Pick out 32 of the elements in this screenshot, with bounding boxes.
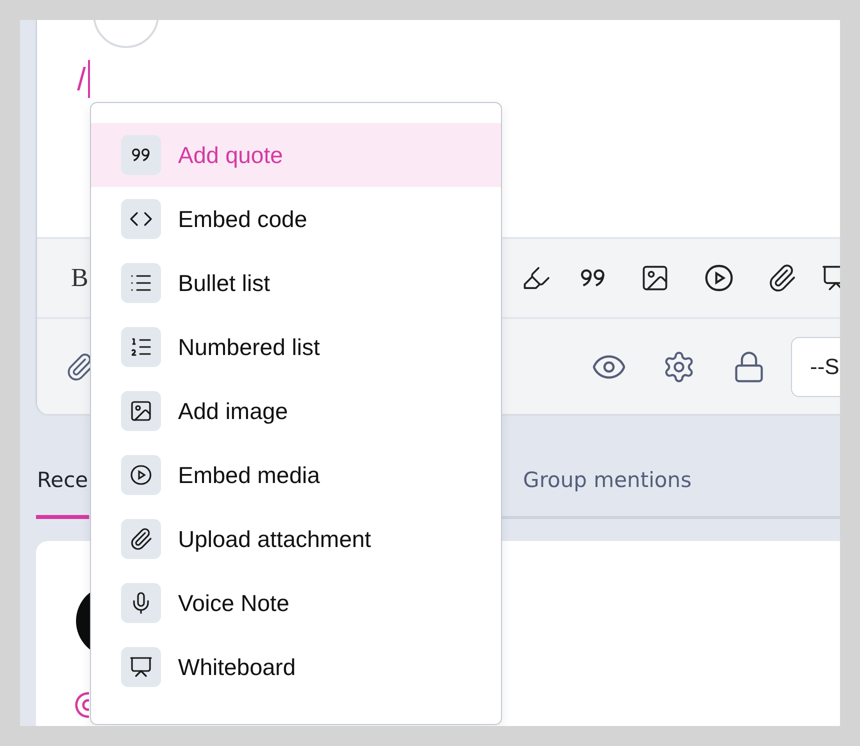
menu-item-label: Embed media	[178, 462, 320, 488]
menu-item[interactable]: Upload attachment	[91, 507, 501, 571]
play-icon[interactable]	[703, 262, 735, 294]
play-icon	[129, 463, 153, 487]
tab[interactable]: Group mentions	[522, 444, 693, 519]
menu-item-label: Add image	[178, 398, 288, 424]
menu-item-label: Upload attachment	[178, 526, 372, 552]
menu-item[interactable]: Add quote	[91, 123, 501, 187]
menu-item[interactable]: Bullet list	[91, 251, 501, 315]
lock-icon[interactable]	[732, 350, 766, 384]
menu-item-label: Whiteboard	[178, 654, 296, 680]
menu-item-label: Bullet list	[178, 270, 270, 296]
visibility-select[interactable]: --S	[791, 336, 840, 396]
bold-button[interactable]: B	[71, 263, 88, 293]
image-icon[interactable]	[640, 263, 670, 293]
menu-item-label: Voice Note	[178, 590, 290, 616]
menu-item[interactable]: Add image	[91, 379, 501, 443]
image-icon	[129, 399, 153, 423]
menu-item[interactable]: Embed code	[91, 187, 501, 251]
menu-item-label: Add quote	[178, 142, 283, 168]
menu-item[interactable]: Embed media	[91, 443, 501, 507]
mention-icon	[74, 691, 89, 719]
whiteboard-icon	[129, 655, 153, 679]
paperclip-icon[interactable]	[767, 263, 797, 293]
menu-item[interactable]: Voice Note	[91, 571, 501, 635]
paperclip-icon	[129, 527, 153, 551]
menu-item-label: Numbered list	[178, 334, 320, 360]
numbered-list-icon	[129, 335, 153, 359]
menu-item[interactable]: Numbered list	[91, 315, 501, 379]
menu-item[interactable]: Whiteboard	[91, 635, 501, 699]
editor-text[interactable]: /	[77, 60, 90, 98]
menu-item-label: Embed code	[178, 206, 308, 232]
